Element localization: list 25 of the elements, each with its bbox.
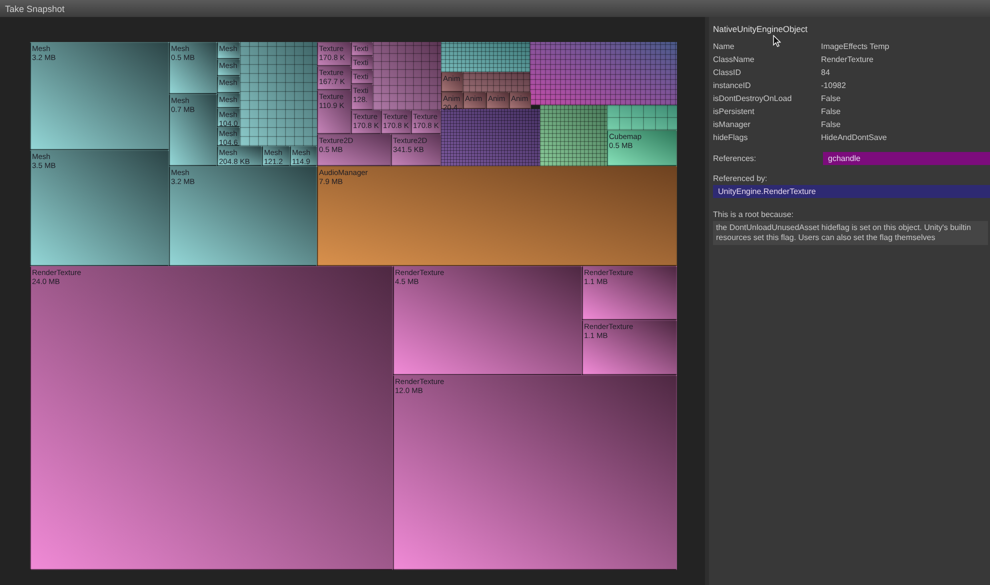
property-name: ClassID xyxy=(713,68,742,77)
property-value: False xyxy=(821,107,842,116)
property-name: Name xyxy=(713,42,736,51)
property-name: isManager xyxy=(713,120,752,129)
property-name: isDontDestroyOnLoad xyxy=(713,94,793,103)
property-name: instanceID xyxy=(713,81,752,90)
property-name: isPersistent xyxy=(713,107,756,116)
property-value: ImageEffects Temp xyxy=(821,42,890,51)
mouse-pointer-icon xyxy=(773,35,781,47)
property-value: 84 xyxy=(821,68,831,77)
referenced-by-label: Referenced by: xyxy=(713,174,768,183)
property-value: False xyxy=(821,94,842,103)
object-type-title: NativeUnityEngineObject xyxy=(713,24,808,34)
property-name: ClassName xyxy=(713,55,756,64)
property-value: False xyxy=(821,120,842,129)
take-snapshot-button[interactable]: Take Snapshot xyxy=(5,4,65,14)
references-label: References: xyxy=(713,154,758,163)
root-reason-label: This is a root because: xyxy=(713,210,794,219)
property-value: -10982 xyxy=(821,81,847,90)
referenced-by-item[interactable]: UnityEngine.RenderTexture xyxy=(713,185,990,198)
root-reason-text: the DontUnloadUnusedAsset hideflag is set on this object. Unity's builtin resources set this flag. Users can also set the flag themselves xyxy=(713,221,988,245)
property-name: hideFlags xyxy=(713,133,749,142)
reference-item[interactable]: gchandle xyxy=(823,152,990,165)
property-value: HideAndDontSave xyxy=(821,133,888,142)
property-value: RenderTexture xyxy=(821,55,874,64)
